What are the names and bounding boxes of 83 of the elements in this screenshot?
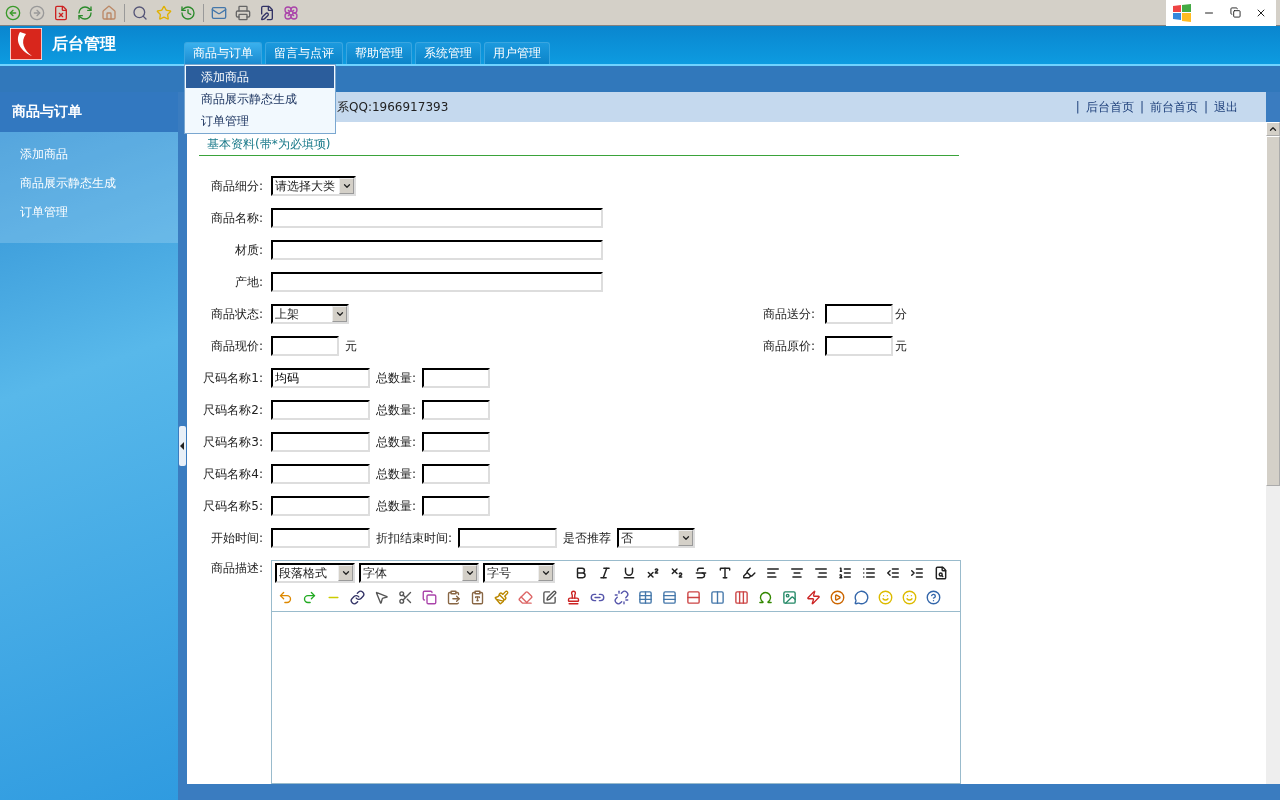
contact-text: 系QQ:1966917393 [337,98,450,116]
caret-icon [340,568,351,578]
field-label: 总数量: [376,465,417,483]
caret-icon [334,309,345,319]
app-title: 后台管理 [52,33,116,55]
field-label: 商品送分: [761,305,816,323]
input-field[interactable] [271,240,603,260]
field-label: 商品描述: [209,560,264,577]
link-separator: | [1203,100,1208,114]
flower-icon[interactable] [282,3,300,22]
field-label: 产地: [233,273,264,291]
field-label: 尺码名称5: [202,497,264,515]
field-label: 商品现价: [209,337,264,355]
input-field[interactable] [271,272,603,292]
field-label: 折扣结束时间: [376,529,453,547]
search-icon[interactable] [131,3,149,22]
menu-item[interactable]: 商品展示静态生成 [186,88,334,110]
field-label: 尺码名称3: [202,433,264,451]
dropdown-select[interactable]: 上架 [271,304,349,324]
caret-icon [680,533,691,543]
field-label: 尺码名称2: [202,401,264,419]
header-link[interactable]: 前台首页 [1149,98,1198,116]
field-label: 元 [895,337,907,355]
input-field[interactable] [271,208,603,228]
rich-text-editor[interactable]: 段落格式 字体 字号 [271,560,961,784]
input-field[interactable] [271,336,339,356]
field-label: 分 [895,305,907,323]
scroll-up-icon[interactable] [1268,124,1278,134]
input-field[interactable]: 均码 [271,368,370,388]
windows-logo-icon [1172,2,1192,23]
input-field[interactable] [422,400,491,420]
menu-item[interactable]: 订单管理 [186,110,334,132]
input-field[interactable] [271,496,370,516]
caret-icon [540,568,551,578]
field-label: 是否推荐 [563,529,612,547]
link-icon[interactable] [347,587,367,607]
stop-icon[interactable] [52,3,70,22]
field-label: 商品名称: [209,209,264,227]
field-label: 商品原价: [761,337,816,355]
dropdown-select[interactable]: 请选择大类 [271,176,356,196]
field-label: 总数量: [376,369,417,387]
field-label: 开始时间: [209,529,264,547]
dropdown-select[interactable]: 段落格式 [275,563,355,583]
logo-icon [10,28,42,60]
input-field[interactable] [271,432,370,452]
history-icon[interactable] [179,3,197,22]
scrollbar[interactable] [1266,122,1280,784]
field-label: 总数量: [376,497,417,515]
input-field[interactable] [422,464,491,484]
field-label: 元 [345,337,357,355]
header-link[interactable]: 退出 [1214,98,1238,116]
input-field[interactable] [458,528,558,548]
collapse-handle-icon[interactable] [179,426,186,466]
menu-item[interactable]: 添加商品 [186,66,334,88]
input-field[interactable] [271,464,370,484]
star-icon[interactable] [155,3,173,22]
field-label: 商品状态: [209,305,264,323]
field-label: 材质: [233,241,264,259]
link-separator: | [1139,100,1144,114]
input-field[interactable] [271,528,370,548]
unlink-icon[interactable] [611,587,631,607]
field-label: 尺码名称1: [202,369,264,387]
header-link[interactable]: 后台首页 [1085,98,1134,116]
dropdown-select[interactable]: 否 [617,528,696,548]
sidebar-title: 商品与订单 [0,92,178,132]
field-label: 总数量: [376,401,417,419]
dropdown-select[interactable]: 字体 [359,563,479,583]
input-field[interactable] [422,432,491,452]
field-label: 总数量: [376,433,417,451]
input-field[interactable] [422,368,491,388]
printer-icon[interactable] [234,3,252,22]
dropdown-select[interactable]: 字号 [483,563,555,583]
caret-icon [341,181,352,191]
refresh-icon[interactable] [76,3,94,22]
field-label: 尺码名称4: [202,465,264,483]
field-label: 商品细分: [209,177,264,195]
link-separator: | [1075,100,1080,114]
caret-icon [464,568,475,578]
edit-icon[interactable] [258,3,276,22]
input-field[interactable] [825,304,893,324]
input-field[interactable] [825,336,893,356]
input-field[interactable] [422,496,491,516]
input-field[interactable] [271,400,370,420]
